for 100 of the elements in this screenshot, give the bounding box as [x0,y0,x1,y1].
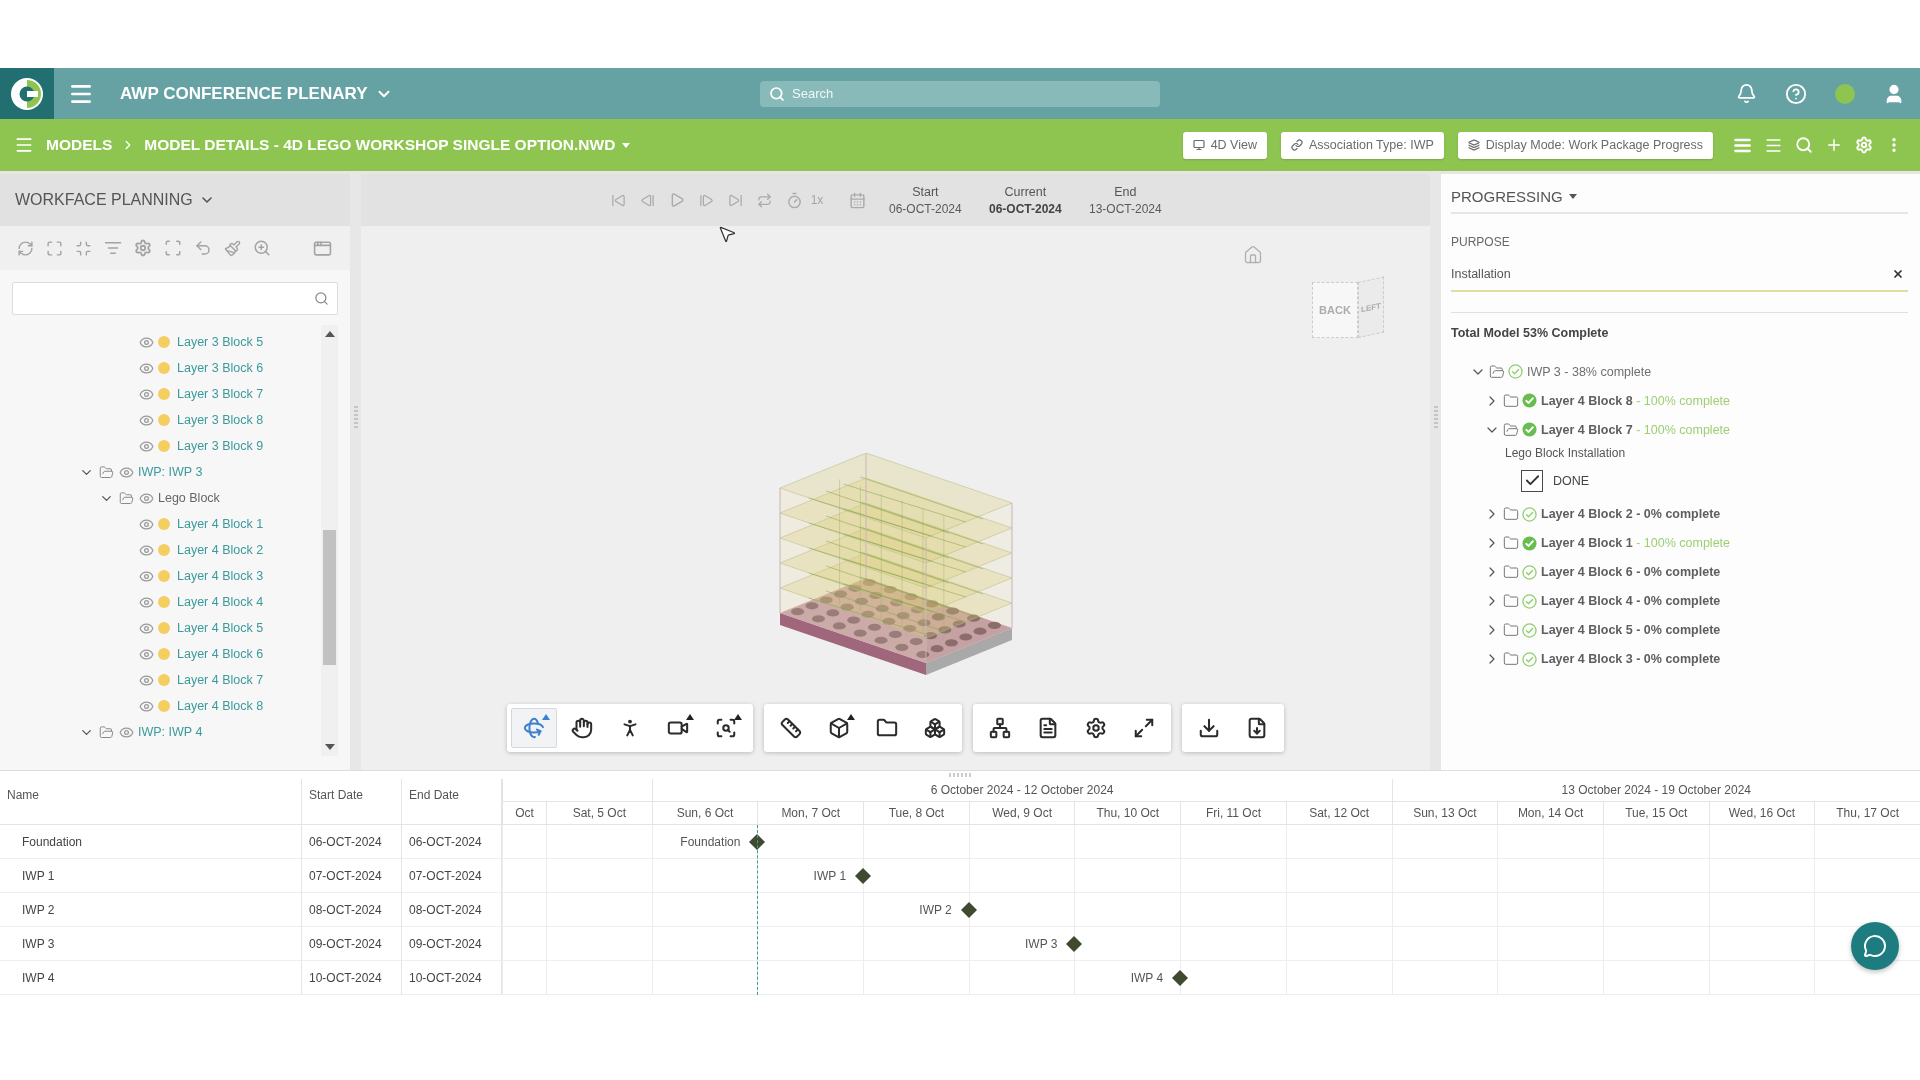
view-cube-face[interactable]: BACK [1312,282,1358,338]
scrollbar[interactable] [321,325,338,756]
progress-item-label[interactable]: Layer 4 Block 4 - 0% complete [1541,594,1721,608]
clear-icon[interactable] [1892,268,1904,280]
eye-icon[interactable] [138,334,154,350]
step-forward-icon[interactable] [698,192,714,208]
display-mode-button[interactable]: Display Mode: Work Package Progress [1457,131,1713,159]
search-icon[interactable] [1795,136,1813,154]
scrollbar-thumb[interactable] [323,530,336,665]
tree-item-label[interactable]: IWP: IWP 4 [138,725,203,739]
step-back-icon[interactable] [639,192,655,208]
eye-icon[interactable] [138,594,154,610]
progress-item-label[interactable]: Layer 4 Block 1 - 100% complete [1541,536,1730,550]
eye-icon[interactable] [138,568,154,584]
eye-icon[interactable] [138,542,154,558]
caret-down-icon [1568,194,1577,199]
eye-icon[interactable] [138,360,154,376]
tree-item-label[interactable]: IWP: IWP 3 [138,465,203,479]
skip-to-end-icon[interactable] [727,192,743,208]
tree-item-label[interactable]: Layer 3 Block 8 [177,413,264,427]
eye-icon[interactable] [138,672,154,688]
progress-item-label[interactable]: Layer 4 Block 7 - 100% complete [1541,422,1730,437]
tree-item-label[interactable]: Lego Block [158,491,220,505]
search-field[interactable]: Search [760,80,1160,107]
plus-icon[interactable] [1825,136,1843,154]
status-dot-icon [158,414,170,426]
breadcrumb-dropdown[interactable]: MODEL DETAILS - 4D LEGO WORKSHOP SINGLE OPTION.NWD [144,136,631,154]
progress-item-label[interactable]: IWP 3 - 38% complete [1527,364,1652,379]
search-field[interactable] [12,282,338,315]
orbit-button[interactable] [511,708,557,748]
home-icon[interactable] [1243,245,1263,265]
chat-button[interactable] [1851,922,1899,970]
undo-icon[interactable] [194,239,212,257]
expand-corners-icon[interactable] [46,239,63,257]
collapse-corners-icon[interactable] [75,239,92,257]
day-header: Sun, 6 Oct [651,802,758,825]
view-mode-button[interactable]: 4D View [1182,131,1267,159]
calendar-icon[interactable] [849,191,867,209]
association-type-button[interactable]: Association Type: IWP [1280,131,1444,159]
tree-item-label[interactable]: Layer 4 Block 8 [177,699,264,713]
tree-item-label[interactable]: Layer 3 Block 7 [177,387,264,401]
progress-item-label[interactable]: Layer 4 Block 3 - 0% complete [1541,652,1721,666]
tree-item-label[interactable]: Layer 3 Block 6 [177,361,264,375]
tree-item-label[interactable]: Layer 4 Block 7 [177,673,264,687]
progress-item-label[interactable]: Layer 4 Block 6 - 0% complete [1541,565,1721,579]
tree-item-label[interactable]: Layer 4 Block 4 [177,595,264,609]
resize-grip-icon[interactable] [353,406,358,428]
scroll-down-icon[interactable] [324,744,335,750]
eye-icon[interactable] [138,386,154,402]
folder-open-icon [118,490,134,506]
checkbox[interactable] [1521,469,1543,492]
column-header[interactable]: Start Date [302,779,402,825]
resize-grip-icon[interactable] [1433,406,1438,428]
window-icon[interactable] [313,238,332,258]
folder-icon [876,717,898,739]
brush-icon[interactable] [224,239,241,257]
settings-icon[interactable] [134,239,152,257]
tree-item-label[interactable]: Layer 4 Block 3 [177,569,264,583]
progress-item-label[interactable]: Layer 4 Block 2 - 0% complete [1541,507,1721,521]
eye-icon[interactable] [138,516,154,532]
eye-icon[interactable] [138,438,154,454]
help-icon[interactable] [1785,82,1807,105]
skip-to-start-icon[interactable] [610,192,626,208]
eye-icon[interactable] [118,464,134,480]
scroll-up-icon[interactable] [324,331,335,337]
logo-icon[interactable] [0,68,54,119]
progress-item-label[interactable]: Layer 4 Block 5 - 0% complete [1541,623,1721,637]
status-dot-icon[interactable] [1835,83,1855,104]
eye-icon[interactable] [138,646,154,662]
zoom-in-icon[interactable] [253,239,271,257]
progress-item-label[interactable]: Layer 4 Block 8 - 100% complete [1541,393,1730,408]
eye-icon[interactable] [138,698,154,714]
purpose-field[interactable]: Installation [1451,257,1908,292]
project-dropdown[interactable]: AWP CONFERENCE PLENARY [120,83,394,104]
panel-title-dropdown[interactable]: PROGRESSING [1451,188,1577,205]
sync-icon[interactable] [17,239,34,257]
speed-button[interactable]: 1x [810,193,824,207]
timer-icon[interactable] [785,191,803,209]
eye-icon[interactable] [138,490,154,506]
tree-item-label[interactable]: Layer 4 Block 1 [177,517,264,531]
tree-item-label[interactable]: Layer 4 Block 2 [177,543,264,557]
filter-icon[interactable] [104,239,122,257]
column-header[interactable]: Name [0,779,302,825]
eye-icon[interactable] [118,724,134,740]
notifications-icon[interactable] [1736,83,1757,104]
column-header[interactable]: End Date [402,779,502,825]
tree-item-label[interactable]: Layer 3 Block 5 [177,335,264,349]
resize-grip-icon[interactable] [949,773,971,777]
eye-icon[interactable] [138,412,154,428]
panel-title-dropdown[interactable]: WORKFACE PLANNING [15,191,215,209]
breadcrumb-link[interactable]: MODELS [46,136,113,154]
repeat-icon[interactable] [756,192,772,208]
tree-item-label[interactable]: Layer 3 Block 9 [177,439,264,453]
eye-icon[interactable] [138,620,154,636]
day-header: Fri, 11 Oct [1180,802,1286,825]
view-cube-face[interactable]: LEFT [1358,276,1384,338]
tree-item-label[interactable]: Layer 4 Block 6 [177,647,264,661]
tree-item-label[interactable]: Layer 4 Block 5 [177,621,264,635]
select-box-icon[interactable] [164,239,182,257]
menu-icon[interactable] [14,135,34,155]
